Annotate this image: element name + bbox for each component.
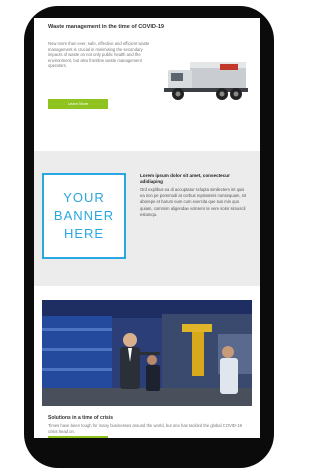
article-title: Waste management in the time of COVID-19	[48, 24, 165, 30]
card-heading: Lorem ipsum dolor sit amet, consectecur …	[140, 173, 230, 184]
article-title: Solutions in a time of crisis	[48, 415, 114, 421]
banner-card: YOUR BANNER HERE Lorem ipsum dolor sit a…	[34, 151, 260, 286]
article-card-solutions: Solutions in a time of crisis Times have…	[34, 290, 260, 438]
learn-more-button[interactable]: Learn More	[48, 99, 108, 109]
phone-screen[interactable]: Waste management in the time of COVID-19…	[34, 18, 260, 438]
article-card-waste-management: Waste management in the time of COVID-19…	[34, 18, 260, 148]
exhibition-photo	[42, 300, 252, 406]
article-body: Times have been tough for many businesse…	[48, 423, 242, 434]
banner-placeholder[interactable]: YOUR BANNER HERE	[42, 173, 126, 259]
read-more-button[interactable]	[48, 436, 108, 438]
waste-truck-image	[160, 54, 252, 104]
article-body: Now more than ever, safe, effective and …	[48, 41, 150, 68]
card-body-text: Ord explibus ea di accuptatur sclupta si…	[140, 187, 246, 217]
